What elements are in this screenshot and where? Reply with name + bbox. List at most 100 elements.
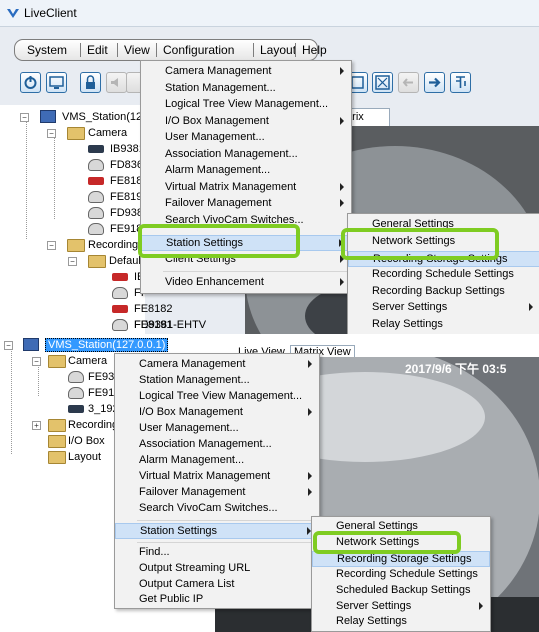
menu-configuration[interactable]: Configuration xyxy=(163,43,234,57)
menu-item-label: Scheduled Backup Settings xyxy=(336,584,471,596)
network-button[interactable] xyxy=(450,72,471,93)
menu-item-user-management[interactable]: User Management... xyxy=(115,421,319,437)
menu-help[interactable]: Help xyxy=(302,43,327,57)
menu-item-failover[interactable]: Failover Management xyxy=(141,196,351,212)
menu-item-find[interactable]: Find... xyxy=(115,545,319,561)
tree-default-folder[interactable]: − Default xyxy=(68,254,148,270)
expand-icon[interactable]: + xyxy=(32,421,41,430)
submenu-relay-settings[interactable]: Relay Settings xyxy=(348,317,539,333)
forward-button[interactable] xyxy=(424,72,445,93)
monitor-settings-icon xyxy=(49,76,64,89)
camera-offline-icon xyxy=(112,305,128,313)
menu-item-virtual-matrix[interactable]: Virtual Matrix Management xyxy=(141,180,351,196)
folder-icon xyxy=(48,451,66,464)
menu-item-label: Recording Storage Settings xyxy=(337,553,472,565)
tree-camera-item[interactable]: 3_192 xyxy=(68,402,119,418)
lock-button[interactable] xyxy=(80,72,101,93)
tree-camera-folder[interactable]: − Camera xyxy=(47,126,147,142)
menu-item-station-management[interactable]: Station Management... xyxy=(115,373,319,389)
menu-item-user-management[interactable]: User Management... xyxy=(141,130,351,146)
collapse-icon[interactable]: − xyxy=(32,357,41,366)
menu-item-camera-management[interactable]: Camera Management xyxy=(115,357,319,373)
tree-camera-item[interactable]: FE919 xyxy=(68,386,120,402)
settings-toolbar-button[interactable] xyxy=(46,72,67,93)
tree-recording-folder[interactable]: − Recording St xyxy=(47,238,152,254)
tree-camera-item[interactable]: FE939 xyxy=(68,370,120,386)
menu-item-station-management[interactable]: Station Management... xyxy=(141,81,351,97)
tree-recording-item[interactable]: FE8182 xyxy=(112,302,202,318)
menu-edit[interactable]: Edit xyxy=(87,43,108,57)
menu-item-search-vivocam[interactable]: Search VivoCam Switches... xyxy=(115,501,319,517)
folder-icon xyxy=(67,239,85,252)
tree-root-label: VMS_Station(127.0.0.1) xyxy=(45,338,169,352)
menu-system[interactable]: System xyxy=(27,43,67,57)
collapse-icon[interactable]: − xyxy=(20,113,29,122)
menu-item-label: Failover Management xyxy=(139,486,246,498)
menu-item-video-enhancement[interactable]: Video Enhancement xyxy=(141,275,351,291)
submenu-arrow-icon xyxy=(479,602,483,610)
submenu-arrow-icon xyxy=(308,472,312,480)
dome-camera-icon xyxy=(112,287,128,299)
submenu-server-settings[interactable]: Server Settings xyxy=(348,300,539,316)
submenu-recording-schedule[interactable]: Recording Schedule Settings xyxy=(348,267,539,283)
network-settings-highlight xyxy=(341,228,499,260)
power-button[interactable] xyxy=(20,72,41,93)
menu-item-label: Alarm Management... xyxy=(139,454,245,466)
tree-camera-item[interactable]: IB9381 xyxy=(88,142,148,158)
menu-item-alarm[interactable]: Alarm Management... xyxy=(141,163,351,179)
menu-view[interactable]: View xyxy=(124,43,150,57)
menu-item-association[interactable]: Association Management... xyxy=(115,437,319,453)
camera-offline-icon xyxy=(88,177,104,185)
collapse-icon[interactable]: − xyxy=(68,257,77,266)
menu-item-output-camera-list[interactable]: Output Camera List xyxy=(115,577,319,593)
tree-root[interactable]: − VMS_Station(127.0.0.1) xyxy=(4,338,169,354)
tree-layout[interactable]: Layout xyxy=(48,450,108,466)
menu-item-label: Logical Tree View Management... xyxy=(165,98,329,110)
tree-folder-label: Camera xyxy=(88,127,128,139)
menu-layout[interactable]: Layout xyxy=(260,43,296,57)
tree-camera-item[interactable]: FD836E xyxy=(88,158,150,174)
menu-item-logical-tree[interactable]: Logical Tree View Management... xyxy=(115,389,319,405)
collapse-icon[interactable]: − xyxy=(47,241,56,250)
audio-button[interactable] xyxy=(106,72,127,93)
menu-item-association[interactable]: Association Management... xyxy=(141,147,351,163)
submenu-backup-settings[interactable]: Recording Backup Settings xyxy=(348,284,539,300)
fullscreen-button[interactable] xyxy=(372,72,393,93)
menu-item-failover[interactable]: Failover Management xyxy=(115,485,319,501)
tree-recording-item[interactable]: FD9381-EHTV xyxy=(112,318,222,334)
menu-item-alarm[interactable]: Alarm Management... xyxy=(115,453,319,469)
power-icon xyxy=(24,76,37,89)
submenu-backup-settings[interactable]: Scheduled Backup Settings xyxy=(312,583,490,599)
folder-icon xyxy=(88,255,106,268)
menu-item-logical-tree[interactable]: Logical Tree View Management... xyxy=(141,97,351,113)
menu-item-station-settings[interactable]: Station Settings xyxy=(115,523,319,539)
menu-item-virtual-matrix[interactable]: Virtual Matrix Management xyxy=(115,469,319,485)
tree-root[interactable]: − VMS_Station(127. xyxy=(20,110,151,126)
tree-recording-folder[interactable]: + Recording S xyxy=(32,418,129,434)
submenu-server-settings[interactable]: Server Settings xyxy=(312,599,490,615)
menu-item-label: Logical Tree View Management... xyxy=(139,390,303,402)
back-button[interactable] xyxy=(398,72,419,93)
menu-item-output-streaming-url[interactable]: Output Streaming URL xyxy=(115,561,319,577)
tree-camera-item[interactable]: FE8182 xyxy=(88,174,149,190)
tree-camera-item[interactable]: FD9381 xyxy=(88,206,149,222)
collapse-icon[interactable]: − xyxy=(4,341,13,350)
tree-camera-folder[interactable]: − Camera xyxy=(32,354,122,370)
submenu-recording-schedule[interactable]: Recording Schedule Settings xyxy=(312,567,490,583)
menu-item-get-public-ip[interactable]: Get Public IP xyxy=(115,592,319,608)
collapse-icon[interactable]: − xyxy=(47,129,56,138)
tree-io-box[interactable]: I/O Box xyxy=(48,434,108,450)
app-logo-icon xyxy=(7,9,19,18)
station-settings-highlight xyxy=(138,224,300,258)
lock-icon xyxy=(86,75,95,89)
submenu-relay-settings[interactable]: Relay Settings xyxy=(312,614,490,630)
folder-icon xyxy=(48,435,66,448)
menu-item-io-box[interactable]: I/O Box Management xyxy=(115,405,319,421)
menu-item-camera-management[interactable]: Camera Management xyxy=(141,64,351,80)
tree-camera-item[interactable]: FE8191 xyxy=(88,190,149,206)
folder-icon xyxy=(48,419,66,432)
menu-item-label: Association Management... xyxy=(139,438,272,450)
recording-label: FE8182 xyxy=(134,303,173,315)
submenu-arrow-icon xyxy=(340,117,344,125)
menu-item-io-box[interactable]: I/O Box Management xyxy=(141,114,351,130)
